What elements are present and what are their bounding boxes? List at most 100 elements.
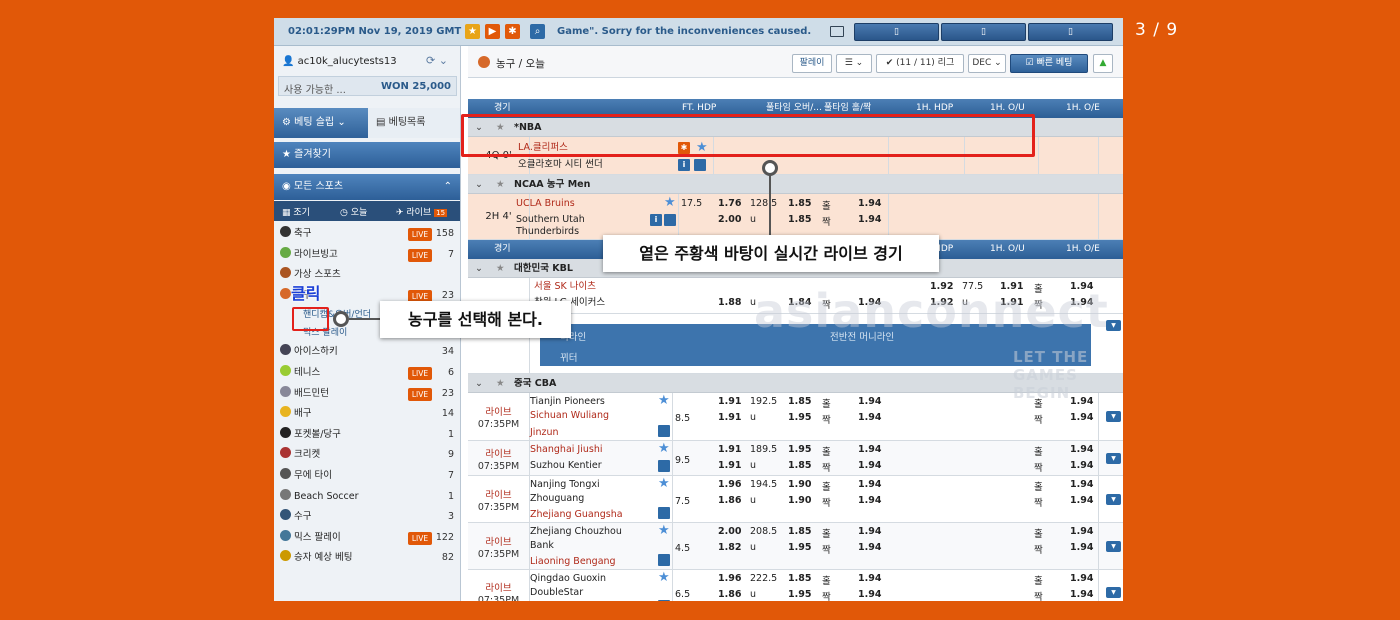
team-name[interactable]: Jinzun bbox=[530, 427, 559, 439]
updown-arrows-icon[interactable]: ▲ bbox=[1093, 54, 1113, 73]
team-home[interactable]: 서울 SK 나이츠 bbox=[534, 281, 596, 293]
more-bets-dropdown[interactable]: ▼ bbox=[1106, 494, 1121, 505]
odds-cell[interactable]: 1.94 bbox=[858, 214, 881, 225]
sport-item[interactable]: 테니스 LIVE 6 bbox=[274, 363, 460, 384]
sport-item[interactable]: Beach Soccer 1 bbox=[274, 487, 460, 508]
odds-cell[interactable]: 1.94 bbox=[858, 479, 881, 490]
star-icon[interactable]: ★ bbox=[465, 24, 480, 39]
topbar-button-1[interactable]: ▯ bbox=[854, 23, 939, 41]
chevron-down-icon[interactable]: ⌄ bbox=[475, 175, 483, 194]
odds-cell[interactable]: 1.95 bbox=[788, 589, 811, 600]
odds-cell[interactable]: 1.94 bbox=[1070, 460, 1093, 471]
topbar-button-2[interactable]: ▯ bbox=[941, 23, 1026, 41]
team-away[interactable]: 오클라호마 시티 썬더 bbox=[518, 159, 603, 171]
tab-today[interactable]: ◷ 오늘 bbox=[340, 205, 367, 218]
odds-cell[interactable]: 1.94 bbox=[1070, 573, 1093, 584]
sport-item[interactable]: 라이브빙고 LIVE 7 bbox=[274, 245, 460, 266]
sport-item[interactable]: 배드민턴 LIVE 23 bbox=[274, 384, 460, 405]
sport-item[interactable]: 아이스하키 34 bbox=[274, 342, 460, 363]
odds-cell[interactable]: 1.91 bbox=[718, 444, 741, 455]
mail-icon[interactable] bbox=[830, 26, 844, 37]
odds-cell[interactable]: 1.94 bbox=[1070, 526, 1093, 537]
team-name[interactable]: Liaoning Bengang bbox=[530, 556, 616, 568]
tab-live[interactable]: ✈ 라이브 15 bbox=[396, 205, 448, 218]
odds-cell[interactable]: 1.85 bbox=[788, 573, 811, 584]
odds-cell[interactable]: 1.94 bbox=[858, 573, 881, 584]
odds-cell[interactable]: 1.94 bbox=[1070, 495, 1093, 506]
stats-icon[interactable] bbox=[664, 214, 676, 226]
sport-item[interactable]: 믹스 팔레이 LIVE 122 bbox=[274, 528, 460, 549]
team-name[interactable]: Zhejiang Guangsha bbox=[530, 509, 623, 521]
odds-cell[interactable]: 1.94 bbox=[858, 542, 881, 553]
favorite-star-icon[interactable]: ★ bbox=[658, 441, 670, 456]
odds-cell[interactable]: 1.94 bbox=[858, 460, 881, 471]
market-quarter[interactable]: 뀌터 bbox=[560, 350, 577, 364]
info-icon[interactable]: i bbox=[650, 214, 662, 226]
favorite-star-icon[interactable]: ★ bbox=[664, 195, 676, 210]
more-bets-dropdown[interactable]: ▼ bbox=[1106, 411, 1121, 422]
league-filter-button[interactable]: ✔ (11 / 11) 리그 bbox=[876, 54, 964, 73]
odds-cell[interactable]: 1.85 bbox=[788, 460, 811, 471]
odds-cell[interactable]: 1.94 bbox=[858, 526, 881, 537]
parlay-button[interactable]: 팔레이 bbox=[792, 54, 832, 73]
odds-cell[interactable]: 1.94 bbox=[858, 444, 881, 455]
more-bets-dropdown[interactable]: ▼ bbox=[1106, 587, 1121, 598]
info-icon[interactable]: i bbox=[678, 159, 690, 171]
chevron-down-icon[interactable]: ⌄ bbox=[475, 374, 483, 393]
team-home[interactable]: UCLA Bruins bbox=[516, 198, 575, 210]
live-icon[interactable]: ▶ bbox=[485, 24, 500, 39]
odds-cell[interactable]: 1.96 bbox=[718, 573, 741, 584]
odds-cell[interactable]: 1.85 bbox=[788, 526, 811, 537]
sport-item[interactable]: 크리켓 9 bbox=[274, 445, 460, 466]
tab-bet-slip[interactable]: ⚙ 베팅 슬립 ⌄ bbox=[274, 108, 368, 138]
odds-cell[interactable]: 1.94 bbox=[1070, 589, 1093, 600]
star-icon[interactable]: ★ bbox=[496, 175, 505, 194]
favorite-star-icon[interactable]: ★ bbox=[658, 476, 670, 491]
all-sports-header[interactable]: ◉ 모든 스포츠 ⌃ bbox=[274, 174, 460, 200]
stats-icon[interactable] bbox=[658, 554, 670, 566]
topbar-button-3[interactable]: ▯ bbox=[1028, 23, 1113, 41]
sport-item[interactable]: 포켓볼/당구 1 bbox=[274, 425, 460, 446]
odds-cell[interactable]: 1.82 bbox=[718, 542, 741, 553]
team-name[interactable]: DoubleStar bbox=[530, 587, 583, 599]
odds-cell[interactable]: 1.94 bbox=[1070, 542, 1093, 553]
team-name[interactable]: Shanghai Jiushi bbox=[530, 444, 603, 456]
odds-cell[interactable]: 1.95 bbox=[788, 444, 811, 455]
odds-cell[interactable]: 1.94 bbox=[1070, 479, 1093, 490]
odds-cell[interactable]: 1.94 bbox=[858, 495, 881, 506]
team-name[interactable]: Zhouguang bbox=[530, 493, 584, 505]
stats-icon[interactable] bbox=[658, 425, 670, 437]
odds-cell[interactable]: 1.90 bbox=[788, 479, 811, 490]
odds-cell[interactable]: 1.85 bbox=[788, 214, 811, 225]
odds-cell[interactable]: 1.94 bbox=[858, 396, 881, 407]
favorites-header[interactable]: ★ 즐겨찾기 bbox=[274, 142, 460, 168]
favorite-star-icon[interactable]: ★ bbox=[658, 523, 670, 538]
odds-cell[interactable]: 1.85 bbox=[788, 198, 811, 209]
chevron-up-icon[interactable]: ⌃ bbox=[444, 174, 452, 200]
runner-icon[interactable]: ✱ bbox=[505, 24, 520, 39]
team-name[interactable]: Zhejiang Chouzhou bbox=[530, 526, 622, 538]
team-name[interactable]: Nanjing Tongxi bbox=[530, 479, 600, 491]
sport-item[interactable]: 축구 LIVE 158 bbox=[274, 224, 460, 245]
odds-cell[interactable]: 1.88 bbox=[718, 297, 741, 308]
sport-item[interactable]: 배구 14 bbox=[274, 404, 460, 425]
odds-cell[interactable]: 1.94 bbox=[1070, 412, 1093, 423]
odds-cell[interactable]: 1.95 bbox=[788, 412, 811, 423]
league-row[interactable]: ⌄ ★ NCAA 농구 Men bbox=[468, 175, 1123, 194]
sport-item[interactable]: 수구 3 bbox=[274, 507, 460, 528]
odds-cell[interactable]: 1.94 bbox=[858, 198, 881, 209]
tab-early[interactable]: ▦ 조기 bbox=[282, 205, 310, 218]
more-bets-dropdown[interactable]: ▼ bbox=[1106, 541, 1121, 552]
odds-cell[interactable]: 1.86 bbox=[718, 495, 741, 506]
odds-cell[interactable]: 1.85 bbox=[788, 396, 811, 407]
quick-bet-toggle[interactable]: ☑ 빠른 베팅 bbox=[1010, 54, 1088, 73]
team-name[interactable]: Sichuan Wuliang bbox=[530, 410, 609, 422]
odds-cell[interactable]: 1.94 bbox=[858, 589, 881, 600]
team-name[interactable]: Suzhou Kentier bbox=[530, 460, 602, 472]
team-away[interactable]: Southern Utah bbox=[516, 214, 585, 226]
stats-icon[interactable] bbox=[658, 460, 670, 472]
odds-cell[interactable]: 1.94 bbox=[1070, 444, 1093, 455]
sort-icon[interactable]: ☰ ⌄ bbox=[836, 54, 872, 73]
team-name[interactable]: Bank bbox=[530, 540, 554, 552]
odds-format-select[interactable]: DEC ⌄ bbox=[968, 54, 1006, 73]
